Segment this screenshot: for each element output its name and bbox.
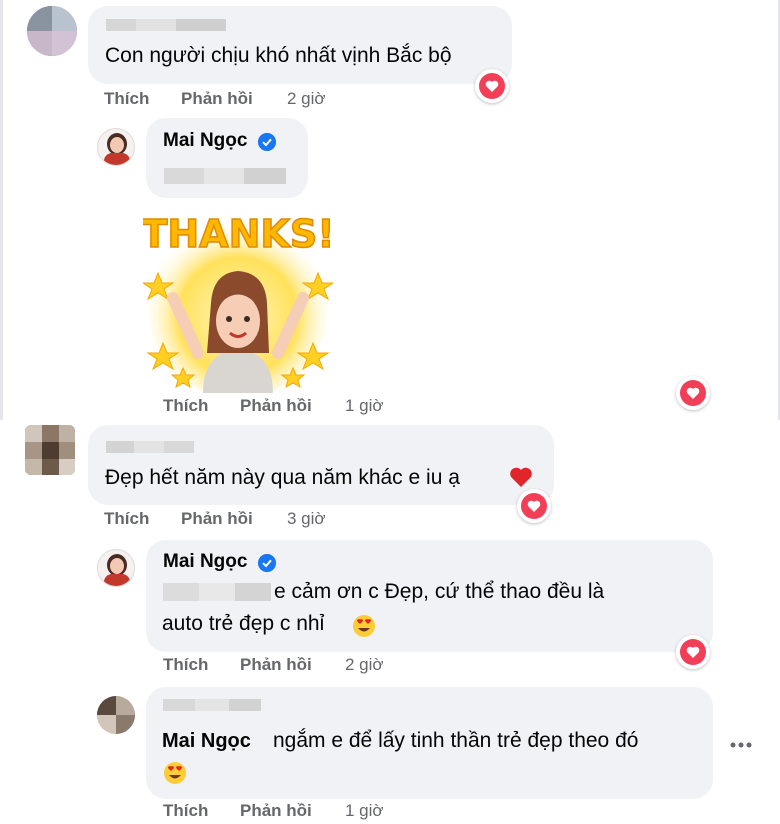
verified-badge-icon [258,133,276,151]
commenter-avatar[interactable] [97,696,135,734]
reply-button[interactable]: Phản hồi [181,509,253,529]
red-heart-emoji-icon [510,467,532,487]
like-button[interactable]: Thích [163,396,208,416]
reply-author-name[interactable]: Mai Ngọc [163,551,247,573]
left-border [0,0,3,420]
heart-eyes-emoji-icon [352,614,376,638]
like-button[interactable]: Thích [163,655,208,675]
sticker-thanks-text: THANKS! [143,212,333,256]
commenter-avatar[interactable] [25,425,75,475]
heart-reaction[interactable] [676,376,710,410]
timestamp: 1 giờ [345,396,384,415]
blurred-commenter-name [163,698,261,711]
thanks-sticker: THANKS! [143,211,333,393]
reply-button[interactable]: Phản hồi [240,801,312,821]
comment-bubble [88,425,554,505]
comment-text: ngắm e để lấy tinh thần trẻ đẹp theo đó [273,729,639,752]
timestamp: 3 giờ [287,509,326,528]
comment-text: Đẹp hết năm này qua năm khác e iu ạ [105,466,460,489]
reply-author-name[interactable]: Mai Ngọc [163,130,247,152]
like-button[interactable]: Thích [104,89,149,109]
heart-icon [527,500,541,512]
more-options-icon[interactable] [730,728,752,754]
reply-button[interactable]: Phản hồi [181,89,253,109]
like-button[interactable]: Thích [104,509,149,529]
mai-ngoc-avatar[interactable] [97,549,135,587]
reply-button[interactable]: Phản hồi [240,655,312,675]
timestamp: 2 giờ [287,89,326,108]
blurred-mention [163,583,271,601]
timestamp: 1 giờ [345,801,384,820]
heart-reaction[interactable] [475,69,509,103]
like-button[interactable]: Thích [163,801,208,821]
comment-text: Con người chịu khó nhất vịnh Bắc bộ [105,44,452,67]
heart-eyes-emoji-icon [163,761,187,785]
reply-text-line-2: auto trẻ đẹp c nhỉ [162,612,325,635]
verified-badge-icon [258,554,276,572]
mention-link[interactable]: Mai Ngọc [162,730,251,753]
heart-icon [485,80,499,92]
reply-button[interactable]: Phản hồi [240,396,312,416]
heart-reaction[interactable] [517,489,551,523]
blurred-commenter-name [106,18,226,31]
heart-icon [686,646,700,658]
commenter-avatar[interactable] [27,6,77,56]
heart-icon [686,387,700,399]
mai-ngoc-avatar[interactable] [97,128,135,166]
heart-reaction[interactable] [676,635,710,669]
timestamp: 2 giờ [345,655,384,674]
reply-text-line-1: e cảm ơn c Đẹp, cứ thể thao đều là [274,580,605,603]
blurred-commenter-name [106,440,194,453]
blurred-reply-text [164,168,286,184]
